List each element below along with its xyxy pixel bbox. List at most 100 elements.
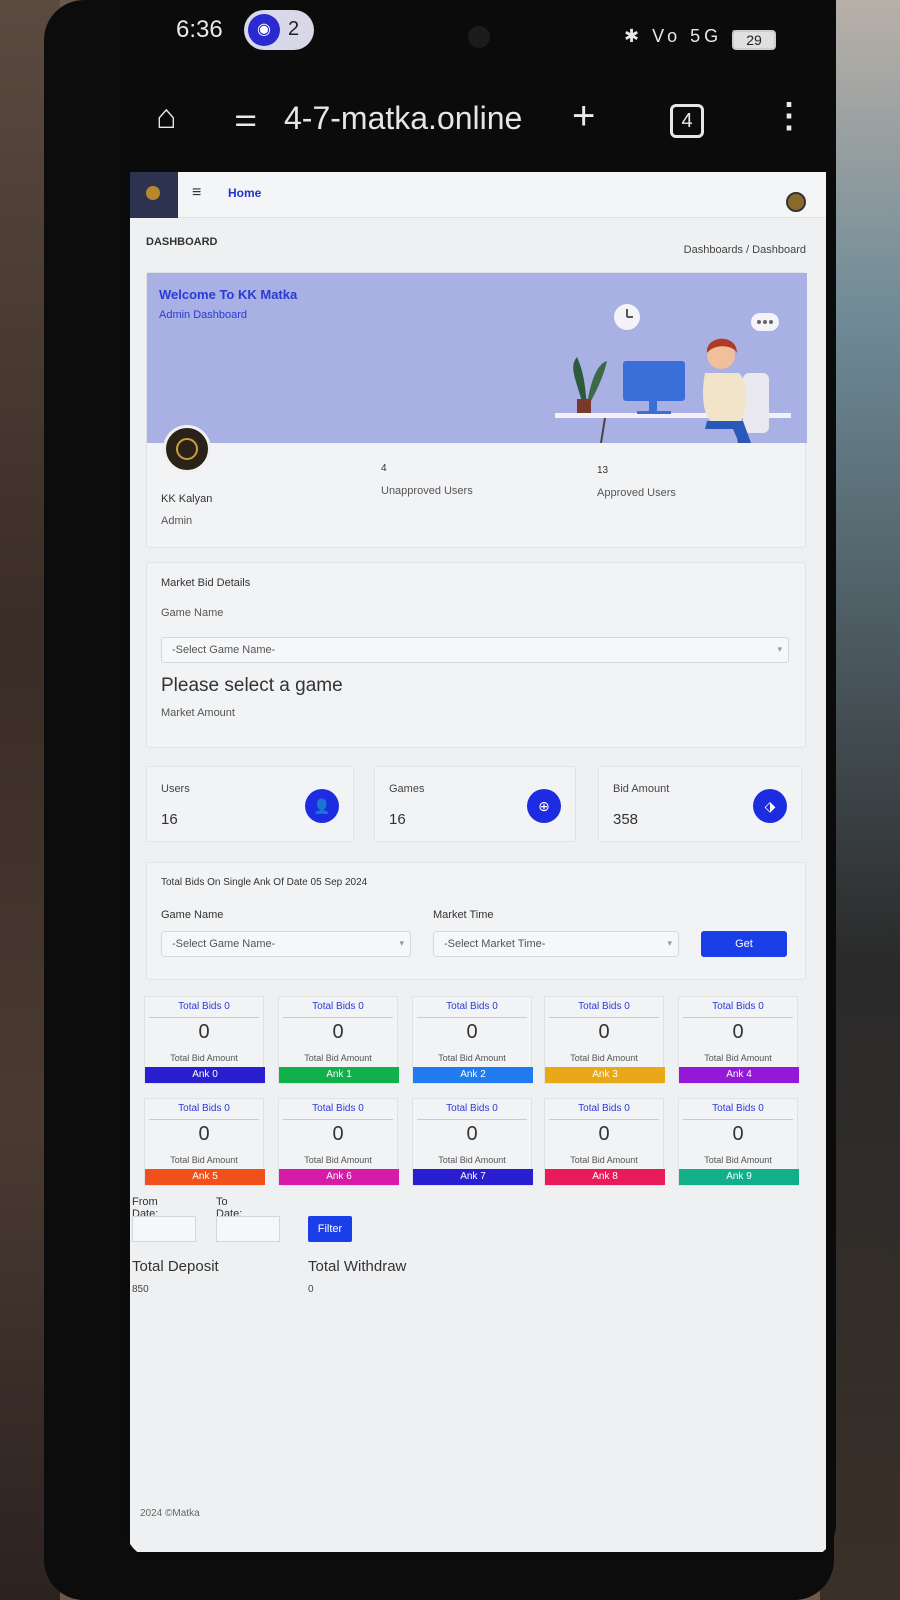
user-icon: 👤 <box>305 789 339 823</box>
ank-amount-label: Total Bid Amount <box>570 1053 638 1063</box>
front-camera <box>468 26 490 48</box>
url-bar[interactable]: 4-7-matka.online <box>284 100 522 137</box>
ank-total-bids: Total Bids 0 <box>312 1001 364 1012</box>
from-date-input[interactable] <box>132 1216 196 1242</box>
ank-box: Total Bids 0 0 Total Bid Amount Ank 7 <box>412 1098 533 1186</box>
profile-avatar[interactable] <box>786 192 806 212</box>
ank-label: Ank 4 <box>679 1067 799 1083</box>
market-time-value: -Select Market Time- <box>444 938 546 950</box>
market-amount-label: Market Amount <box>161 707 235 719</box>
ank-divider <box>149 1017 259 1018</box>
ank-total-bids: Total Bids 0 <box>178 1103 230 1114</box>
total-deposit-label: Total Deposit <box>132 1258 219 1275</box>
ank-divider <box>283 1119 393 1120</box>
ank-total-bids: Total Bids 0 <box>712 1001 764 1012</box>
ank-label: Ank 5 <box>145 1169 265 1185</box>
ank-bid-count: 0 <box>598 1123 610 1145</box>
ank-amount-label: Total Bid Amount <box>704 1053 772 1063</box>
ank-box: Total Bids 0 0 Total Bid Amount Ank 5 <box>144 1098 265 1186</box>
ank-box: Total Bids 0 0 Total Bid Amount Ank 1 <box>278 996 399 1084</box>
site-settings-icon[interactable]: ⚌ <box>234 102 257 133</box>
top-navbar: ≡ Home <box>130 172 826 218</box>
phone-frame: 6:36 ◉ 2 ✱ Vo 5G ▮▮▮ 29 ⌂ ⚌ 4-7-matka.on… <box>44 0 836 1600</box>
to-date-input[interactable] <box>216 1216 280 1242</box>
welcome-title: Welcome To KK Matka <box>159 287 298 302</box>
filter-game-name-value: -Select Game Name- <box>172 938 276 950</box>
breadcrumb-dashboards[interactable]: Dashboards <box>684 244 743 256</box>
welcome-subtitle: Admin Dashboard <box>159 309 248 321</box>
market-time-label: Market Time <box>433 909 494 921</box>
ank-amount-label: Total Bid Amount <box>704 1155 772 1165</box>
ank-bid-count: 0 <box>732 1123 744 1145</box>
filter-button[interactable]: Filter <box>308 1216 352 1242</box>
ank-bid-count: 0 <box>332 1021 344 1043</box>
ank-label: Ank 2 <box>413 1067 533 1083</box>
chevron-down-icon: ▾ <box>667 938 672 948</box>
ank-label: Ank 6 <box>279 1169 399 1185</box>
ank-box: Total Bids 0 0 Total Bid Amount Ank 3 <box>544 996 665 1084</box>
total-deposit-value: 850 <box>132 1284 149 1295</box>
select-game-message: Please select a game <box>161 675 343 696</box>
ank-divider <box>149 1119 259 1120</box>
chevron-down-icon: ▾ <box>777 644 782 654</box>
phone-screen: 6:36 ◉ 2 ✱ Vo 5G ▮▮▮ 29 ⌂ ⚌ 4-7-matka.on… <box>124 0 836 1560</box>
admin-avatar <box>163 425 211 473</box>
site-logo[interactable] <box>130 172 178 218</box>
ank-divider <box>417 1119 527 1120</box>
game-name-select-value: -Select Game Name- <box>172 644 276 656</box>
battery-level: 29 <box>746 32 762 48</box>
admin-name: KK Kalyan <box>161 493 213 505</box>
network-type: 5G <box>690 26 723 46</box>
welcome-banner: Welcome To KK Matka Admin Dashboard <box>147 273 807 443</box>
ank-total-bids: Total Bids 0 <box>446 1103 498 1114</box>
ank-total-bids: Total Bids 0 <box>578 1001 630 1012</box>
approved-label: Approved Users <box>597 487 676 499</box>
menu-toggle-icon[interactable]: ≡ <box>192 184 201 202</box>
ank-bid-count: 0 <box>598 1021 610 1043</box>
bid-amount-stat-card: Bid Amount 358 ⬗ <box>598 766 802 842</box>
market-time-select[interactable]: -Select Market Time- ▾ <box>433 931 679 957</box>
status-time: 6:36 <box>176 16 223 43</box>
office-illustration <box>555 304 791 443</box>
ank-box: Total Bids 0 0 Total Bid Amount Ank 2 <box>412 996 533 1084</box>
tab-switcher-button[interactable]: 4 <box>670 104 704 138</box>
ank-label: Ank 9 <box>679 1169 799 1185</box>
ank-box: Total Bids 0 0 Total Bid Amount Ank 6 <box>278 1098 399 1186</box>
game-icon: ⊕ <box>527 789 561 823</box>
ank-amount-label: Total Bid Amount <box>304 1155 372 1165</box>
ank-amount-label: Total Bid Amount <box>438 1053 506 1063</box>
more-menu-icon[interactable]: ⋮ <box>772 96 806 136</box>
users-stat-label: Users <box>161 783 190 795</box>
battery-icon: 29 <box>732 30 776 50</box>
new-tab-icon[interactable]: + <box>572 94 595 139</box>
ank-total-bids: Total Bids 0 <box>712 1103 764 1114</box>
status-bar: 6:36 ◉ 2 ✱ Vo 5G ▮▮▮ 29 <box>124 0 836 70</box>
game-name-select[interactable]: -Select Game Name- ▾ <box>161 637 789 663</box>
total-withdraw-label: Total Withdraw <box>308 1258 407 1275</box>
home-link[interactable]: Home <box>228 186 261 200</box>
ank-amount-label: Total Bid Amount <box>170 1053 238 1063</box>
filter-game-name-select[interactable]: -Select Game Name- ▾ <box>161 931 411 957</box>
games-stat-value: 16 <box>389 811 406 828</box>
breadcrumb: Dashboards / Dashboard <box>684 244 806 256</box>
hotspot-indicator: ◉ 2 <box>244 10 314 50</box>
web-page: ≡ Home DASHBOARD Dashboards / Dashboard … <box>130 172 826 1552</box>
ank-bid-count: 0 <box>732 1021 744 1043</box>
page-title: DASHBOARD <box>146 236 218 248</box>
users-stat-card: Users 16 👤 <box>146 766 354 842</box>
ank-box: Total Bids 0 0 Total Bid Amount Ank 4 <box>678 996 799 1084</box>
footer-copyright: 2024 ©Matka <box>140 1508 200 1519</box>
ank-divider <box>283 1017 393 1018</box>
ank-label: Ank 8 <box>545 1169 665 1185</box>
get-button[interactable]: Get <box>701 931 787 957</box>
ank-box: Total Bids 0 0 Total Bid Amount Ank 0 <box>144 996 265 1084</box>
ank-bid-count: 0 <box>466 1123 478 1145</box>
ank-label: Ank 7 <box>413 1169 533 1185</box>
ank-label: Ank 0 <box>145 1067 265 1083</box>
browser-toolbar: ⌂ ⚌ 4-7-matka.online + 4 ⋮ <box>124 80 836 170</box>
hotspot-icon: ◉ <box>248 14 280 46</box>
ank-amount-label: Total Bid Amount <box>570 1155 638 1165</box>
ank-bid-count: 0 <box>466 1021 478 1043</box>
bid-amount-stat-label: Bid Amount <box>613 783 670 795</box>
home-icon[interactable]: ⌂ <box>156 98 177 137</box>
